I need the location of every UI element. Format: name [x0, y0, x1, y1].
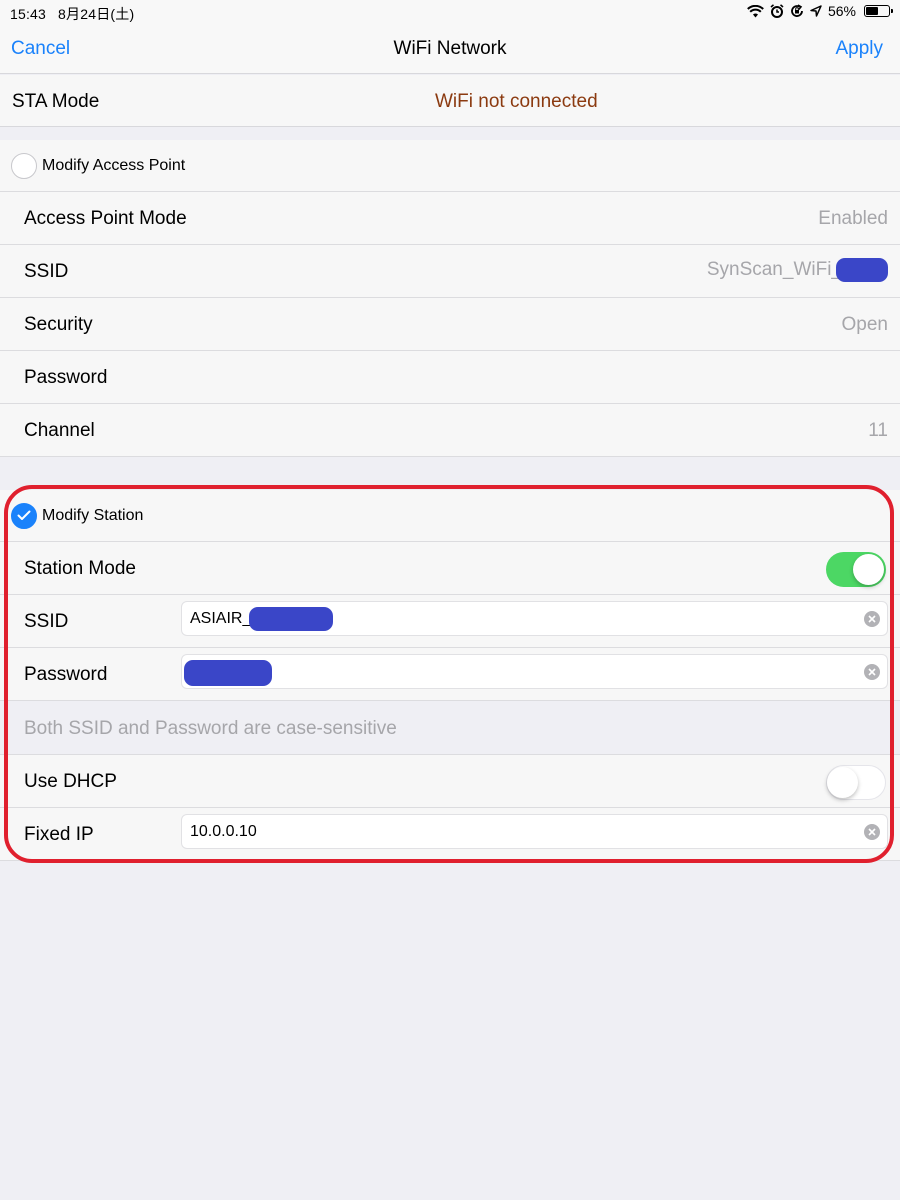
ap-security-label: Security — [24, 314, 93, 335]
station-mode-row: Station Mode — [0, 542, 900, 595]
navigation-bar: Cancel WiFi Network Apply — [0, 24, 900, 74]
station-ssid-input[interactable]: ASIAIR_ — [181, 601, 888, 636]
ap-security-value: Open — [841, 314, 888, 335]
sta-mode-row: STA Mode WiFi not connected — [0, 75, 900, 127]
modify-access-point-row[interactable]: Modify Access Point — [0, 140, 900, 192]
toggle-knob — [827, 767, 858, 798]
redaction-mark — [184, 660, 272, 686]
ap-channel-row[interactable]: Channel 11 — [0, 404, 900, 457]
status-date: 8月24日(土) — [58, 6, 135, 22]
modify-station-label: Modify Station — [42, 507, 144, 524]
station-password-label: Password — [24, 664, 108, 685]
hint-row: Both SSID and Password are case-sensitiv… — [0, 701, 900, 755]
page-title: WiFi Network — [393, 38, 507, 59]
station-ssid-text-wrap: ASIAIR_ — [190, 607, 334, 631]
modify-access-point-checkbox[interactable] — [11, 153, 37, 179]
access-point-section: Modify Access Point Access Point Mode En… — [0, 140, 900, 457]
redaction-mark — [249, 607, 334, 631]
redaction-mark — [836, 258, 888, 282]
status-left: 15:43 8月24日(土) — [10, 4, 134, 24]
ap-security-row[interactable]: Security Open — [0, 298, 900, 351]
station-ssid-label: SSID — [24, 611, 69, 632]
toggle-knob — [853, 554, 884, 585]
checkmark-icon — [17, 510, 31, 520]
modify-station-row[interactable]: Modify Station — [0, 490, 900, 542]
wifi-icon — [747, 4, 764, 18]
battery-fill — [866, 7, 878, 15]
clear-icon[interactable] — [864, 664, 880, 680]
ap-password-label: Password — [24, 367, 108, 388]
fixed-ip-row: Fixed IP 10.0.0.10 — [0, 808, 900, 861]
use-dhcp-label: Use DHCP — [24, 771, 117, 792]
ap-ssid-label: SSID — [24, 261, 69, 282]
ap-ssid-value: SynScan_WiFi_ — [706, 259, 842, 280]
use-dhcp-toggle[interactable] — [826, 765, 886, 800]
battery-icon — [864, 5, 893, 17]
clear-icon[interactable] — [864, 824, 880, 840]
rotation-lock-icon — [790, 4, 804, 18]
sta-status-text: WiFi not connected — [435, 91, 598, 112]
modify-access-point-label: Modify Access Point — [42, 157, 186, 174]
clear-icon[interactable] — [864, 611, 880, 627]
status-time: 15:43 — [10, 6, 47, 22]
fixed-ip-input[interactable]: 10.0.0.10 — [181, 814, 888, 849]
alarm-icon — [770, 4, 784, 18]
fixed-ip-text: 10.0.0.10 — [190, 823, 257, 840]
station-mode-label: Station Mode — [24, 558, 136, 579]
access-point-mode-value: Enabled — [818, 208, 888, 229]
access-point-mode-label: Access Point Mode — [24, 208, 187, 229]
station-ssid-row: SSID ASIAIR_ — [0, 595, 900, 648]
access-point-mode-row[interactable]: Access Point Mode Enabled — [0, 192, 900, 245]
station-password-row: Password — [0, 648, 900, 701]
status-right: 56% — [747, 3, 893, 19]
status-bar: 15:43 8月24日(土) 56% — [0, 0, 900, 24]
ap-password-row[interactable]: Password — [0, 351, 900, 404]
station-mode-toggle[interactable] — [826, 552, 886, 587]
ap-ssid-row[interactable]: SSID SynScan_WiFi_ — [0, 245, 900, 298]
station-section: Modify Station Station Mode SSID ASIAIR_… — [0, 490, 900, 861]
use-dhcp-row: Use DHCP — [0, 755, 900, 808]
modify-station-checkbox[interactable] — [11, 503, 37, 529]
ap-ssid-value-wrap: SynScan_WiFi_ — [707, 258, 888, 282]
battery-percent: 56% — [827, 3, 856, 19]
station-ssid-text: ASIAIR_ — [190, 610, 252, 627]
apply-button[interactable]: Apply — [835, 38, 883, 60]
ap-channel-value: 11 — [868, 420, 888, 441]
fixed-ip-label: Fixed IP — [24, 824, 94, 845]
station-password-text-wrap — [184, 660, 272, 686]
station-password-input[interactable] — [181, 654, 888, 689]
case-sensitive-hint: Both SSID and Password are case-sensitiv… — [24, 718, 397, 739]
sta-mode-label: STA Mode — [12, 91, 100, 112]
location-icon — [810, 5, 822, 17]
ap-channel-label: Channel — [24, 420, 95, 441]
